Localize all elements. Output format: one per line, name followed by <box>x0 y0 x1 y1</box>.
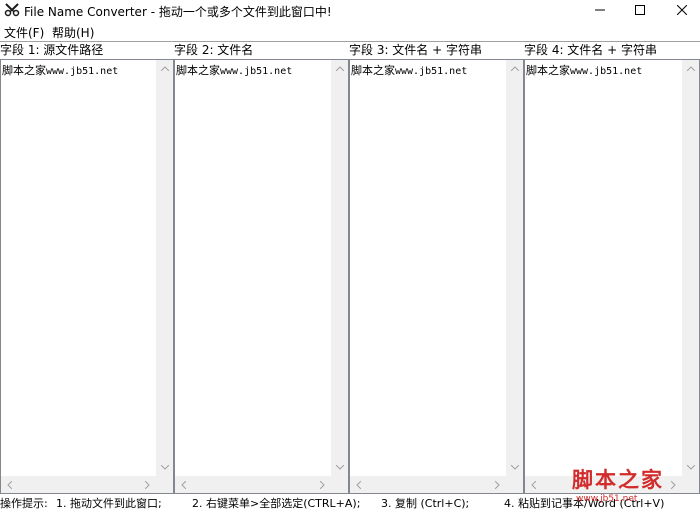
scroll-left-icon[interactable] <box>350 476 367 493</box>
scroll-corner <box>156 476 173 493</box>
scroll-up-icon[interactable] <box>682 60 699 77</box>
watermark-title: 脚本之家 <box>572 467 664 492</box>
scroll-down-icon[interactable] <box>331 459 348 476</box>
watermark: 脚本之家 www.jb51.net <box>568 464 700 510</box>
menu-bar: 文件(F) 帮助(H) <box>0 21 700 41</box>
column-header-4: 字段 4: 文件名 + 字符串 <box>524 42 700 59</box>
scroll-corner <box>506 476 523 493</box>
menu-help[interactable]: 帮助(H) <box>52 24 94 41</box>
vertical-scrollbar[interactable] <box>506 60 523 476</box>
menu-file[interactable]: 文件(F) <box>4 24 44 41</box>
maximize-icon <box>635 5 645 15</box>
text-pane-1[interactable]: 脚本之家www.jb51.net <box>0 59 174 494</box>
vertical-scrollbar[interactable] <box>682 60 699 476</box>
close-icon <box>677 5 687 15</box>
status-step-2: 2. 右键菜单>全部选定(CTRL+A); <box>192 497 361 510</box>
maximize-button[interactable] <box>617 0 663 20</box>
window-title: File Name Converter - 拖动一个或多个文件到此窗口中! <box>24 5 332 19</box>
status-step-3: 3. 复制 (Ctrl+C); <box>381 497 470 510</box>
status-step-1: 1. 拖动文件到此窗口; <box>56 497 162 510</box>
close-button[interactable] <box>659 0 700 20</box>
pane-3-content[interactable]: 脚本之家www.jb51.net <box>351 62 467 78</box>
minimize-icon <box>595 9 605 11</box>
column-header-2: 字段 2: 文件名 <box>174 42 349 59</box>
scroll-up-icon[interactable] <box>156 60 173 77</box>
scroll-corner <box>331 476 348 493</box>
scroll-up-icon[interactable] <box>506 60 523 77</box>
title-bar[interactable]: File Name Converter - 拖动一个或多个文件到此窗口中! <box>0 0 700 20</box>
horizontal-scrollbar[interactable] <box>175 476 331 493</box>
scroll-left-icon[interactable] <box>175 476 192 493</box>
scroll-left-icon[interactable] <box>525 476 542 493</box>
pane-4-content[interactable]: 脚本之家www.jb51.net <box>526 62 642 78</box>
status-hint-label: 操作提示: <box>0 497 48 510</box>
scroll-left-icon[interactable] <box>1 476 18 493</box>
pane-2-content[interactable]: 脚本之家www.jb51.net <box>176 62 292 78</box>
text-pane-3[interactable]: 脚本之家www.jb51.net <box>349 59 524 494</box>
scroll-down-icon[interactable] <box>156 459 173 476</box>
app-icon[interactable] <box>4 2 20 17</box>
scroll-right-icon[interactable] <box>139 476 156 493</box>
scroll-right-icon[interactable] <box>489 476 506 493</box>
watermark-url: www.jb51.net <box>576 494 638 504</box>
scroll-up-icon[interactable] <box>331 60 348 77</box>
horizontal-scrollbar[interactable] <box>350 476 506 493</box>
horizontal-scrollbar[interactable] <box>1 476 156 493</box>
column-header-1: 字段 1: 源文件路径 <box>0 42 174 59</box>
pane-1-content[interactable]: 脚本之家www.jb51.net <box>2 62 118 78</box>
column-header-3: 字段 3: 文件名 + 字符串 <box>349 42 524 59</box>
scroll-down-icon[interactable] <box>506 459 523 476</box>
vertical-scrollbar[interactable] <box>331 60 348 476</box>
vertical-scrollbar[interactable] <box>156 60 173 476</box>
text-pane-4[interactable]: 脚本之家www.jb51.net <box>524 59 700 494</box>
text-pane-2[interactable]: 脚本之家www.jb51.net <box>174 59 349 494</box>
scroll-right-icon[interactable] <box>314 476 331 493</box>
